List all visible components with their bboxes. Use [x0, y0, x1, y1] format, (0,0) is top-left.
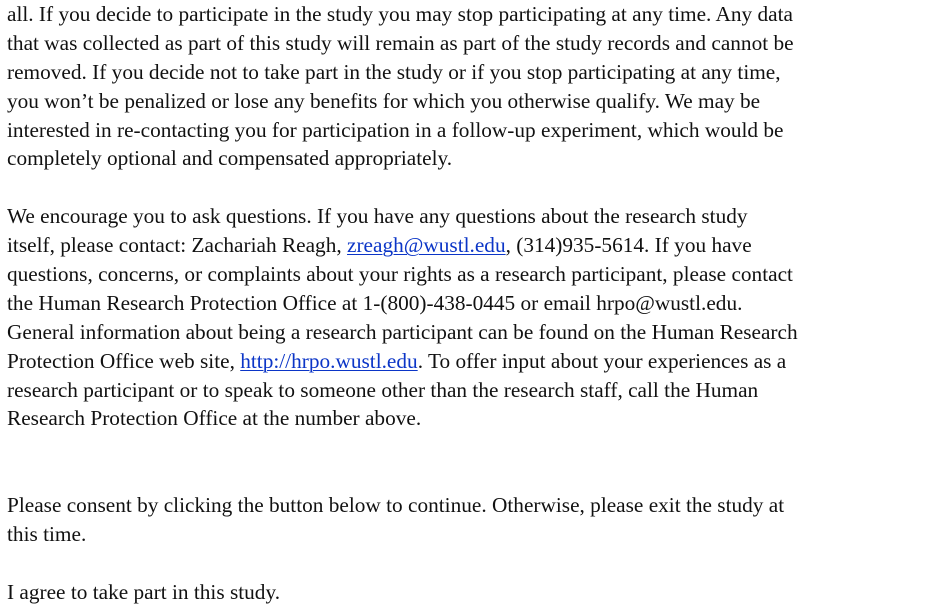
agreement-text: I agree to take part in this study. [7, 579, 281, 604]
hrpo-website-link[interactable]: http://hrpo.wustl.edu [240, 349, 417, 373]
website-text-after: . To offer input about your experiences … [417, 348, 787, 373]
text-line: completely optional and compensated appr… [7, 146, 453, 171]
contact-phone-text: , (314)935-5614. If you have [505, 233, 752, 258]
text-line: all. If you decide to participate in the… [7, 2, 793, 26]
questions-paragraph: We encourage you to ask questions. If yo… [7, 202, 941, 433]
consent-document: all. If you decide to participate in the… [7, 0, 941, 607]
text-line: itself, please contact: Zachariah Reagh,… [7, 231, 941, 260]
text-line: We encourage you to ask questions. If yo… [7, 204, 748, 229]
text-line: Protection Office web site, http://hrpo.… [7, 347, 941, 376]
text-line: you won’t be penalized or lose any benef… [7, 88, 761, 113]
text-line: research participant or to speak to some… [7, 377, 759, 402]
participation-paragraph: all. If you decide to participate in the… [7, 0, 941, 173]
agreement-statement: I agree to take part in this study. [7, 578, 941, 607]
text-line: removed. If you decide not to take part … [7, 59, 781, 84]
text-line: that was collected as part of this study… [7, 30, 794, 55]
text-line: General information about being a resear… [7, 319, 798, 344]
contact-email-link[interactable]: zreagh@wustl.edu [347, 233, 506, 257]
text-line: Please consent by clicking the button be… [7, 493, 785, 518]
text-line: the Human Research Protection Office at … [7, 290, 743, 315]
contact-text: itself, please contact: Zachariah Reagh, [7, 233, 348, 258]
text-line: questions, concerns, or complaints about… [7, 262, 793, 287]
text-line: Research Protection Office at the number… [7, 406, 422, 431]
website-text: Protection Office web site, [7, 348, 241, 373]
text-line: interested in re-contacting you for part… [7, 117, 784, 142]
text-line: this time. [7, 522, 87, 547]
consent-instruction: Please consent by clicking the button be… [7, 491, 941, 549]
